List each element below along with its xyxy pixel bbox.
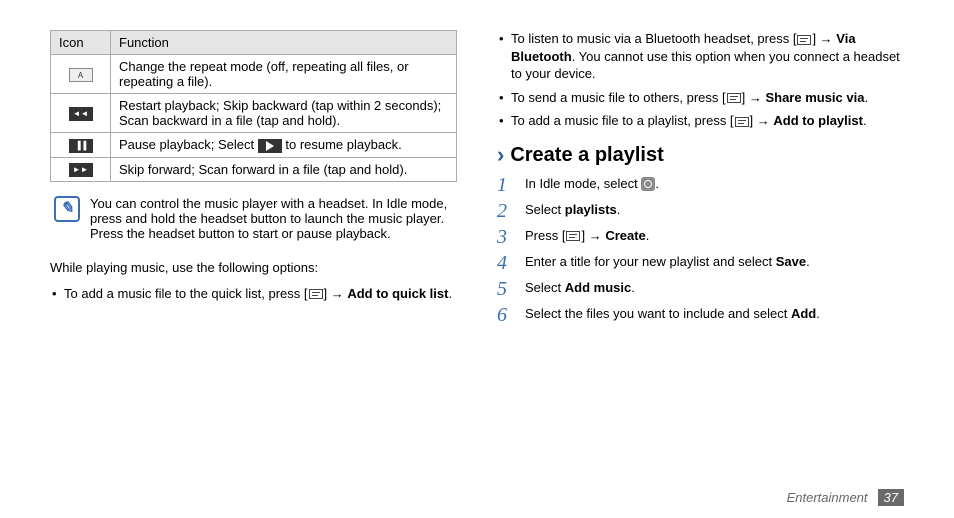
menu-icon — [797, 35, 811, 45]
step-number: 5 — [497, 279, 515, 299]
menu-icon — [735, 117, 749, 127]
cell-function: Skip forward; Scan forward in a file (ta… — [111, 157, 457, 182]
step-number: 1 — [497, 175, 515, 195]
step-item: 6 Select the files you want to include a… — [497, 305, 904, 325]
play-icon — [258, 139, 282, 153]
repeat-mode-icon: A — [69, 68, 93, 82]
steps-list: 1 In Idle mode, select . 2 Select playli… — [497, 175, 904, 325]
table-row: ◄◄ Restart playback; Skip backward (tap … — [51, 94, 457, 133]
left-bullet-list: To add a music file to the quick list, p… — [50, 285, 457, 303]
table-row: ▐▐ Pause playback; Select to resume play… — [51, 133, 457, 158]
step-item: 4 Enter a title for your new playlist an… — [497, 253, 904, 273]
table-row: ►► Skip forward; Scan forward in a file … — [51, 157, 457, 182]
list-item: To listen to music via a Bluetooth heads… — [497, 30, 904, 83]
pause-icon: ▐▐ — [69, 139, 93, 153]
note-block: ✎ You can control the music player with … — [50, 192, 457, 249]
menu-icon — [566, 231, 580, 241]
list-item: To send a music file to others, press []… — [497, 89, 904, 107]
menu-icon — [309, 289, 323, 299]
list-item: To add a music file to the quick list, p… — [50, 285, 457, 303]
th-icon: Icon — [51, 31, 111, 55]
step-item: 5 Select Add music. — [497, 279, 904, 299]
skip-forward-icon: ►► — [69, 163, 93, 177]
left-column: Icon Function A Change the repeat mode (… — [50, 30, 457, 331]
step-number: 2 — [497, 201, 515, 221]
th-function: Function — [111, 31, 457, 55]
skip-back-icon: ◄◄ — [69, 107, 93, 121]
step-item: 3 Press [] → Create. — [497, 227, 904, 247]
step-item: 1 In Idle mode, select . — [497, 175, 904, 195]
right-column: To listen to music via a Bluetooth heads… — [497, 30, 904, 331]
step-number: 6 — [497, 305, 515, 325]
note-text: You can control the music player with a … — [90, 196, 453, 241]
right-bullet-list: To listen to music via a Bluetooth heads… — [497, 30, 904, 130]
page-number: 37 — [878, 489, 904, 506]
list-item: To add a music file to a playlist, press… — [497, 112, 904, 130]
cell-function: Restart playback; Skip backward (tap wit… — [111, 94, 457, 133]
step-number: 3 — [497, 227, 515, 247]
step-item: 2 Select playlists. — [497, 201, 904, 221]
table-row: A Change the repeat mode (off, repeating… — [51, 55, 457, 94]
section-heading: › Create a playlist — [497, 144, 904, 167]
step-number: 4 — [497, 253, 515, 273]
footer-section-name: Entertainment — [787, 490, 868, 505]
cell-function: Change the repeat mode (off, repeating a… — [111, 55, 457, 94]
note-icon: ✎ — [54, 196, 80, 222]
music-app-icon — [641, 177, 655, 191]
menu-icon — [727, 93, 741, 103]
icon-function-table: Icon Function A Change the repeat mode (… — [50, 30, 457, 182]
while-playing-text: While playing music, use the following o… — [50, 259, 457, 277]
section-title: Create a playlist — [510, 144, 663, 167]
cell-function: Pause playback; Select to resume playbac… — [111, 133, 457, 158]
page-footer: Entertainment 37 — [787, 489, 904, 506]
chevron-icon: › — [497, 144, 504, 166]
